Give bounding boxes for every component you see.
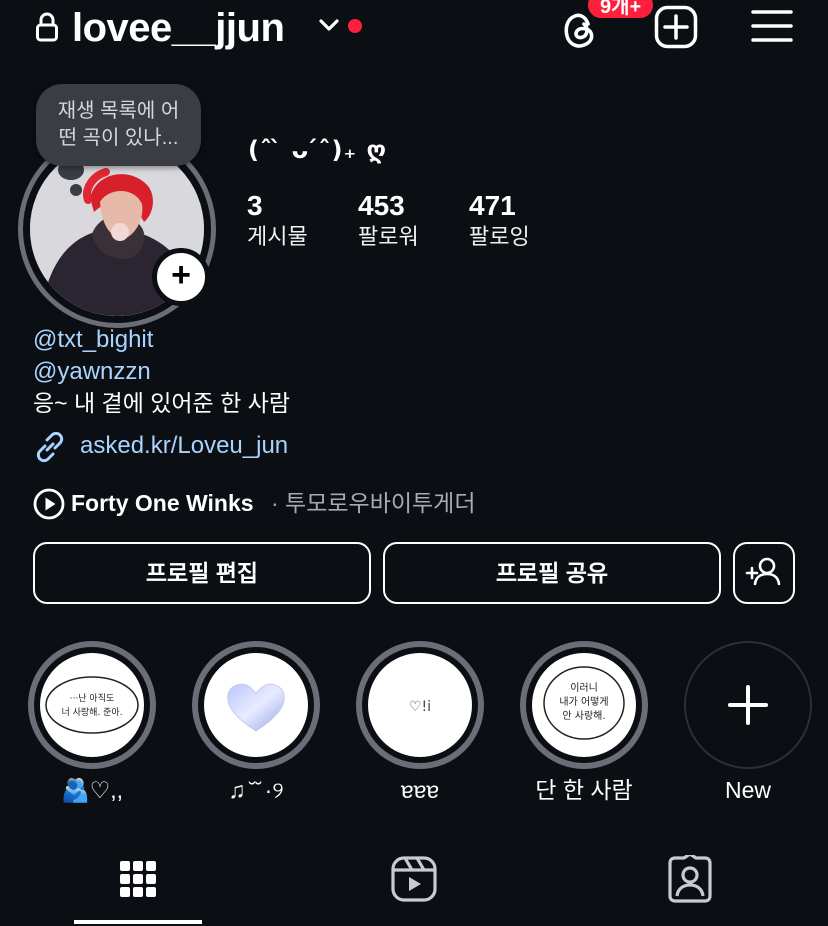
highlight-cover: ♡!i <box>368 653 472 757</box>
music-artist: · 투모로우바이투게더 <box>271 490 476 516</box>
edit-profile-button[interactable]: 프로필 편집 <box>33 542 371 604</box>
svg-text:너 사랑해. 준아.: 너 사랑해. 준아. <box>61 706 122 718</box>
lock-icon <box>36 12 58 42</box>
add-post-icon[interactable] <box>654 5 698 49</box>
play-circle-icon <box>33 488 65 520</box>
svg-text:안 사랑해.: 안 사랑해. <box>562 709 605 722</box>
add-story-button[interactable]: + <box>152 248 210 306</box>
tagged-tab-icon[interactable] <box>666 855 714 903</box>
display-name: (ˆ ̀ ᴗ ́ˆ)₊ ღ <box>248 136 388 164</box>
highlight-cover: ···난 아직도 너 사랑해. 준아. <box>40 653 144 757</box>
add-person-icon <box>745 557 781 586</box>
plus-icon <box>728 685 768 725</box>
new-highlight-label: New <box>724 777 771 803</box>
status-dot <box>348 19 362 33</box>
profile-header: lovee__jjun 9개+ <box>0 0 828 60</box>
stat-posts[interactable]: 3 게시물 <box>247 190 308 252</box>
stat-followers-value: 453 <box>358 190 405 221</box>
highlight-cover: 이러니 내가 어떻게 안 사랑해. <box>532 653 636 757</box>
share-profile-button[interactable]: 프로필 공유 <box>383 542 721 604</box>
stat-followers-label: 팔로워 <box>358 224 419 249</box>
menu-icon[interactable] <box>751 9 793 43</box>
highlight-cover <box>204 653 308 757</box>
mention-link[interactable]: @txt_bighit <box>33 325 153 355</box>
username-label[interactable]: lovee__jjun <box>72 4 285 52</box>
stat-followers[interactable]: 453 팔로워 <box>358 190 419 252</box>
svg-text:···난 아직도: ···난 아직도 <box>70 693 115 704</box>
mention-link[interactable]: @yawnzzn <box>33 357 151 387</box>
highlight-label: 단 한 사람 <box>535 777 633 803</box>
svg-text:내가 어떻게: 내가 어떻게 <box>559 695 608 708</box>
chevron-down-icon[interactable] <box>318 17 340 33</box>
active-tab-indicator <box>74 920 202 924</box>
note-bubble-tail-small <box>70 184 82 196</box>
stat-posts-value: 3 <box>247 190 263 221</box>
highlight-label: ♫ ̆ ̆ ·୨ <box>228 777 284 803</box>
svg-text:♡!i: ♡!i <box>409 699 431 715</box>
highlight-cover-art: ···난 아직도 너 사랑해. 준아. <box>45 676 139 734</box>
new-highlight-button[interactable] <box>684 641 812 769</box>
stat-following[interactable]: 471 팔로잉 <box>469 190 530 252</box>
note-bubble[interactable]: 재생 목록에 어 떤 곡이 있나... <box>36 84 201 166</box>
reels-tab-icon[interactable] <box>390 855 438 903</box>
story-highlight[interactable]: 이러니 내가 어떻게 안 사랑해. <box>520 641 648 769</box>
highlight-cover-art: ♡!i <box>409 699 431 715</box>
story-highlight[interactable] <box>192 641 320 769</box>
music-title: Forty One Winks <box>71 490 254 516</box>
highlight-label: 🫂♡,, <box>60 777 124 803</box>
stat-following-label: 팔로잉 <box>469 224 530 249</box>
story-highlight[interactable]: ♡!i <box>356 641 484 769</box>
heart-icon <box>227 683 285 732</box>
highlight-label: ɐɐɐ <box>400 777 440 803</box>
note-text-line2: 떤 곡이 있나... <box>58 127 179 149</box>
note-text-line1: 재생 목록에 어 <box>57 100 180 122</box>
notification-badge: 9개+ <box>586 0 656 20</box>
stat-posts-label: 게시물 <box>247 224 308 249</box>
speech-bubble-cover: 이러니 내가 어떻게 안 사랑해. <box>543 666 625 740</box>
grid-tab-icon[interactable] <box>114 855 162 903</box>
bio-text: 응~ 내 곁에 있어준 한 사람 <box>33 390 290 416</box>
svg-text:이러니: 이러니 <box>570 682 598 694</box>
story-highlight[interactable]: ···난 아직도 너 사랑해. 준아. <box>28 641 156 769</box>
website-link-text: asked.kr/Loveu_jun <box>80 432 289 459</box>
link-icon <box>36 431 64 463</box>
discover-people-button[interactable] <box>733 542 795 604</box>
stat-following-value: 471 <box>469 190 516 221</box>
